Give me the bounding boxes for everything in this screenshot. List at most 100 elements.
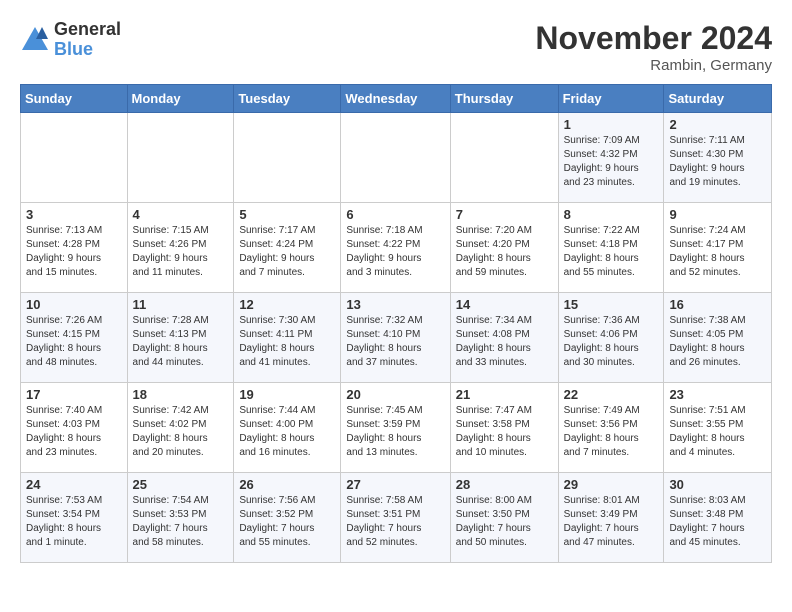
day-info: Sunrise: 7:24 AM Sunset: 4:17 PM Dayligh… xyxy=(669,224,766,280)
location: Rambin, Germany xyxy=(535,57,772,74)
day-number: 16 xyxy=(669,297,766,312)
day-number: 13 xyxy=(346,297,444,312)
logo-icon xyxy=(20,25,50,55)
calendar-week-5: 24 Sunrise: 7:53 AM Sunset: 3:54 PM Dayli… xyxy=(21,473,772,563)
calendar-cell-3-7: 16 Sunrise: 7:38 AM Sunset: 4:05 PM Dayli… xyxy=(664,293,772,383)
calendar-header-wednesday: Wednesday xyxy=(341,85,450,113)
day-number: 3 xyxy=(26,207,122,222)
day-info: Sunrise: 8:03 AM Sunset: 3:48 PM Dayligh… xyxy=(669,494,766,550)
calendar-cell-3-5: 14 Sunrise: 7:34 AM Sunset: 4:08 PM Dayli… xyxy=(450,293,558,383)
calendar-cell-1-1 xyxy=(21,113,128,203)
day-info: Sunrise: 7:09 AM Sunset: 4:32 PM Dayligh… xyxy=(564,134,659,190)
day-info: Sunrise: 8:01 AM Sunset: 3:49 PM Dayligh… xyxy=(564,494,659,550)
day-info: Sunrise: 7:28 AM Sunset: 4:13 PM Dayligh… xyxy=(133,314,229,370)
day-number: 19 xyxy=(239,387,335,402)
calendar-week-3: 10 Sunrise: 7:26 AM Sunset: 4:15 PM Dayli… xyxy=(21,293,772,383)
title-block: November 2024 Rambin, Germany xyxy=(535,20,772,74)
month-title: November 2024 xyxy=(535,20,772,57)
calendar-cell-4-5: 21 Sunrise: 7:47 AM Sunset: 3:58 PM Dayli… xyxy=(450,383,558,473)
day-info: Sunrise: 7:17 AM Sunset: 4:24 PM Dayligh… xyxy=(239,224,335,280)
day-number: 17 xyxy=(26,387,122,402)
day-info: Sunrise: 7:42 AM Sunset: 4:02 PM Dayligh… xyxy=(133,404,229,460)
calendar-cell-5-4: 27Sunrise: 7:58 AM Sunset: 3:51 PM Dayli… xyxy=(341,473,450,563)
day-number: 7 xyxy=(456,207,553,222)
calendar-cell-2-7: 9Sunrise: 7:24 AM Sunset: 4:17 PM Daylig… xyxy=(664,203,772,293)
calendar-week-1: 1 Sunrise: 7:09 AM Sunset: 4:32 PM Daylig… xyxy=(21,113,772,203)
day-info: Sunrise: 7:26 AM Sunset: 4:15 PM Dayligh… xyxy=(26,314,122,370)
day-number: 5 xyxy=(239,207,335,222)
day-info: Sunrise: 7:13 AM Sunset: 4:28 PM Dayligh… xyxy=(26,224,122,280)
day-number: 15 xyxy=(564,297,659,312)
day-number: 8 xyxy=(564,207,659,222)
calendar-cell-3-6: 15 Sunrise: 7:36 AM Sunset: 4:06 PM Dayli… xyxy=(558,293,664,383)
calendar-header-row: SundayMondayTuesdayWednesdayThursdayFrid… xyxy=(21,85,772,113)
day-number: 12 xyxy=(239,297,335,312)
day-number: 21 xyxy=(456,387,553,402)
day-number: 1 xyxy=(564,117,659,132)
calendar-header-tuesday: Tuesday xyxy=(234,85,341,113)
calendar-cell-5-2: 25 Sunrise: 7:54 AM Sunset: 3:53 PM Dayli… xyxy=(127,473,234,563)
day-info: Sunrise: 7:49 AM Sunset: 3:56 PM Dayligh… xyxy=(564,404,659,460)
day-info: Sunrise: 7:15 AM Sunset: 4:26 PM Dayligh… xyxy=(133,224,229,280)
day-info: Sunrise: 7:20 AM Sunset: 4:20 PM Dayligh… xyxy=(456,224,553,280)
calendar-cell-2-4: 6 Sunrise: 7:18 AM Sunset: 4:22 PM Daylig… xyxy=(341,203,450,293)
logo-text: General Blue xyxy=(54,20,121,60)
calendar-cell-5-1: 24 Sunrise: 7:53 AM Sunset: 3:54 PM Dayli… xyxy=(21,473,128,563)
day-number: 22 xyxy=(564,387,659,402)
day-number: 30 xyxy=(669,477,766,492)
calendar-cell-1-3 xyxy=(234,113,341,203)
day-info: Sunrise: 7:51 AM Sunset: 3:55 PM Dayligh… xyxy=(669,404,766,460)
day-number: 24 xyxy=(26,477,122,492)
calendar-header-friday: Friday xyxy=(558,85,664,113)
day-info: Sunrise: 7:36 AM Sunset: 4:06 PM Dayligh… xyxy=(564,314,659,370)
day-info: Sunrise: 7:44 AM Sunset: 4:00 PM Dayligh… xyxy=(239,404,335,460)
calendar-cell-5-7: 30 Sunrise: 8:03 AM Sunset: 3:48 PM Dayli… xyxy=(664,473,772,563)
day-number: 27 xyxy=(346,477,444,492)
day-info: Sunrise: 7:53 AM Sunset: 3:54 PM Dayligh… xyxy=(26,494,122,550)
day-info: Sunrise: 7:32 AM Sunset: 4:10 PM Dayligh… xyxy=(346,314,444,370)
calendar-cell-3-2: 11 Sunrise: 7:28 AM Sunset: 4:13 PM Dayli… xyxy=(127,293,234,383)
day-info: Sunrise: 7:56 AM Sunset: 3:52 PM Dayligh… xyxy=(239,494,335,550)
day-number: 20 xyxy=(346,387,444,402)
page-header: General Blue November 2024 Rambin, Germa… xyxy=(20,20,772,74)
day-info: Sunrise: 7:54 AM Sunset: 3:53 PM Dayligh… xyxy=(133,494,229,550)
day-info: Sunrise: 7:18 AM Sunset: 4:22 PM Dayligh… xyxy=(346,224,444,280)
calendar-cell-2-2: 4 Sunrise: 7:15 AM Sunset: 4:26 PM Daylig… xyxy=(127,203,234,293)
day-info: Sunrise: 7:30 AM Sunset: 4:11 PM Dayligh… xyxy=(239,314,335,370)
day-info: Sunrise: 7:34 AM Sunset: 4:08 PM Dayligh… xyxy=(456,314,553,370)
day-number: 25 xyxy=(133,477,229,492)
calendar-cell-2-6: 8 Sunrise: 7:22 AM Sunset: 4:18 PM Daylig… xyxy=(558,203,664,293)
day-info: Sunrise: 7:22 AM Sunset: 4:18 PM Dayligh… xyxy=(564,224,659,280)
day-number: 4 xyxy=(133,207,229,222)
calendar-cell-3-4: 13 Sunrise: 7:32 AM Sunset: 4:10 PM Dayli… xyxy=(341,293,450,383)
day-number: 18 xyxy=(133,387,229,402)
calendar-cell-2-3: 5 Sunrise: 7:17 AM Sunset: 4:24 PM Daylig… xyxy=(234,203,341,293)
logo-general: General xyxy=(54,20,121,40)
calendar-cell-2-5: 7 Sunrise: 7:20 AM Sunset: 4:20 PM Daylig… xyxy=(450,203,558,293)
day-number: 10 xyxy=(26,297,122,312)
calendar-cell-5-6: 29Sunrise: 8:01 AM Sunset: 3:49 PM Dayli… xyxy=(558,473,664,563)
calendar-cell-4-6: 22 Sunrise: 7:49 AM Sunset: 3:56 PM Dayli… xyxy=(558,383,664,473)
day-info: Sunrise: 7:47 AM Sunset: 3:58 PM Dayligh… xyxy=(456,404,553,460)
day-info: Sunrise: 7:11 AM Sunset: 4:30 PM Dayligh… xyxy=(669,134,766,190)
day-number: 28 xyxy=(456,477,553,492)
calendar-header-sunday: Sunday xyxy=(21,85,128,113)
calendar-cell-4-2: 18 Sunrise: 7:42 AM Sunset: 4:02 PM Dayli… xyxy=(127,383,234,473)
day-number: 2 xyxy=(669,117,766,132)
calendar-header-thursday: Thursday xyxy=(450,85,558,113)
day-number: 26 xyxy=(239,477,335,492)
day-info: Sunrise: 8:00 AM Sunset: 3:50 PM Dayligh… xyxy=(456,494,553,550)
calendar-week-4: 17Sunrise: 7:40 AM Sunset: 4:03 PM Dayli… xyxy=(21,383,772,473)
calendar-table: SundayMondayTuesdayWednesdayThursdayFrid… xyxy=(20,84,772,563)
calendar-cell-4-1: 17Sunrise: 7:40 AM Sunset: 4:03 PM Dayli… xyxy=(21,383,128,473)
calendar-header-monday: Monday xyxy=(127,85,234,113)
calendar-cell-1-4 xyxy=(341,113,450,203)
day-number: 11 xyxy=(133,297,229,312)
day-number: 6 xyxy=(346,207,444,222)
day-number: 14 xyxy=(456,297,553,312)
day-info: Sunrise: 7:45 AM Sunset: 3:59 PM Dayligh… xyxy=(346,404,444,460)
day-number: 23 xyxy=(669,387,766,402)
calendar-cell-4-3: 19 Sunrise: 7:44 AM Sunset: 4:00 PM Dayli… xyxy=(234,383,341,473)
day-info: Sunrise: 7:38 AM Sunset: 4:05 PM Dayligh… xyxy=(669,314,766,370)
calendar-cell-4-4: 20 Sunrise: 7:45 AM Sunset: 3:59 PM Dayli… xyxy=(341,383,450,473)
